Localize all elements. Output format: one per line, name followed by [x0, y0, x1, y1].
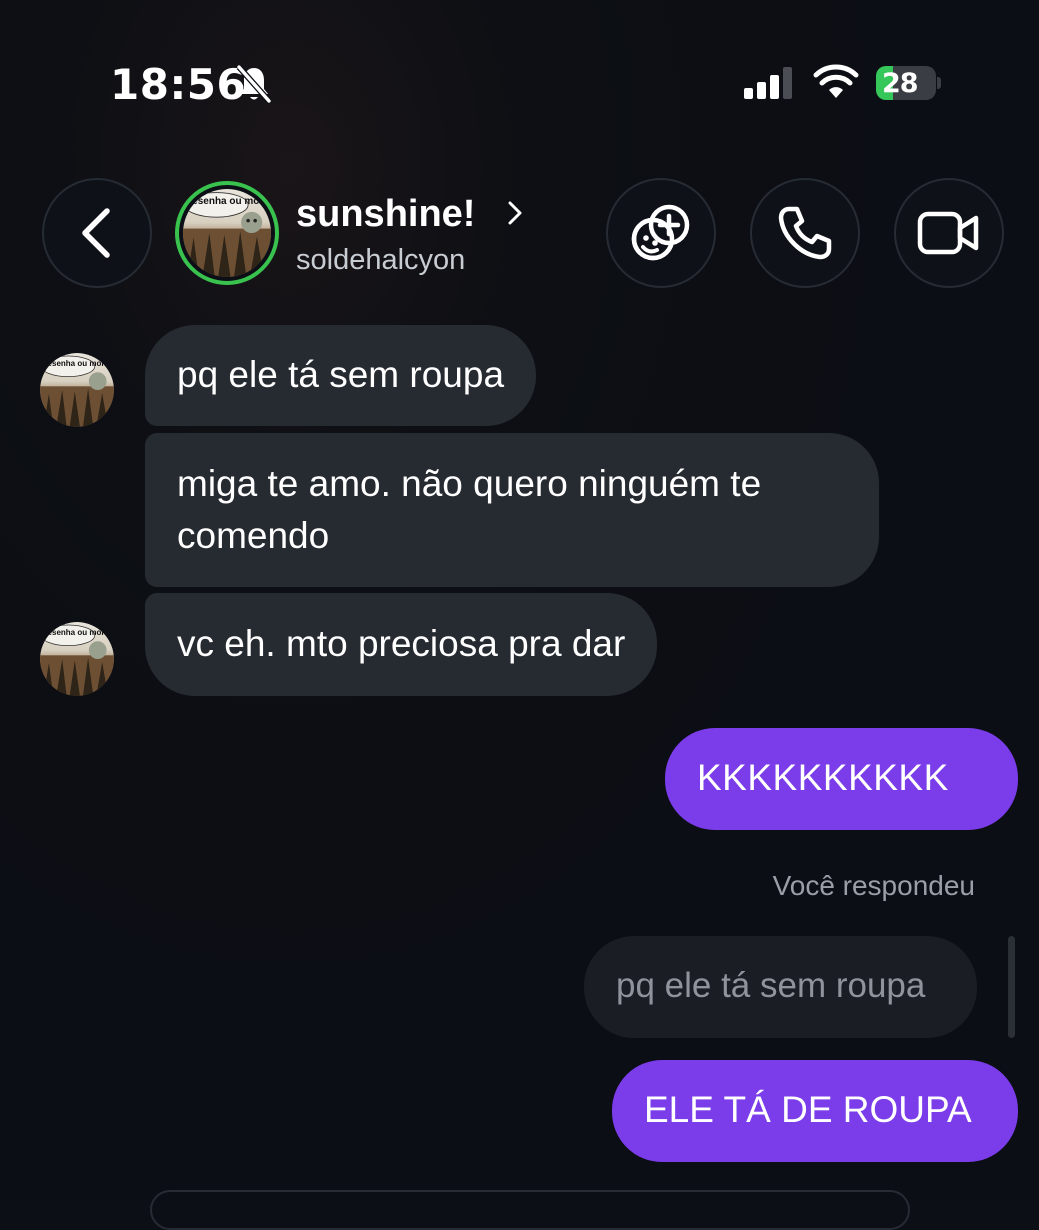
status-time: 18:56 [110, 60, 247, 109]
effects-button[interactable] [606, 178, 716, 288]
avatar-caption: resenha ou morte [188, 196, 271, 208]
contact-name[interactable]: sunshine! [296, 193, 475, 236]
signal-icon [744, 67, 792, 99]
reply-indicator-bar [1008, 936, 1015, 1038]
video-camera-icon [917, 211, 979, 255]
outgoing-message[interactable]: KKKKKKKKKK [665, 728, 1018, 830]
chevron-right-icon[interactable] [505, 200, 525, 226]
quoted-message[interactable]: pq ele tá sem roupa [584, 936, 977, 1038]
contact-username[interactable]: soldehalcyon [296, 244, 465, 277]
outgoing-message[interactable]: ELE TÁ DE ROUPA [612, 1060, 1018, 1162]
reply-label: Você respondeu [772, 870, 975, 901]
wifi-icon [813, 64, 859, 98]
chevron-left-icon [82, 208, 110, 258]
bell-slash-icon [236, 65, 272, 103]
phone-icon [778, 206, 832, 260]
incoming-message[interactable]: vc eh. mto preciosa pra dar [145, 593, 658, 696]
chat-screen: 18:56 28 resenha ou morte sunshine! sold… [0, 0, 1039, 1230]
message-composer[interactable] [150, 1190, 910, 1230]
incoming-message[interactable]: pq ele tá sem roupa [145, 325, 537, 426]
battery-charging-icon: 28 [876, 66, 941, 102]
sender-avatar[interactable]: resenha ou morte [40, 353, 114, 427]
incoming-message[interactable]: miga te amo. não quero ninguém te comend… [145, 433, 879, 587]
effects-icon [631, 204, 690, 261]
contact-avatar[interactable]: resenha ou morte [175, 181, 279, 285]
avatar-caption: resenha ou morte [44, 627, 112, 637]
battery-percent: 28 [882, 68, 919, 99]
avatar-caption: resenha ou morte [44, 358, 112, 368]
call-button[interactable] [750, 178, 860, 288]
sender-avatar[interactable]: resenha ou morte [40, 622, 114, 696]
back-button[interactable] [42, 178, 152, 288]
video-button[interactable] [894, 178, 1004, 288]
